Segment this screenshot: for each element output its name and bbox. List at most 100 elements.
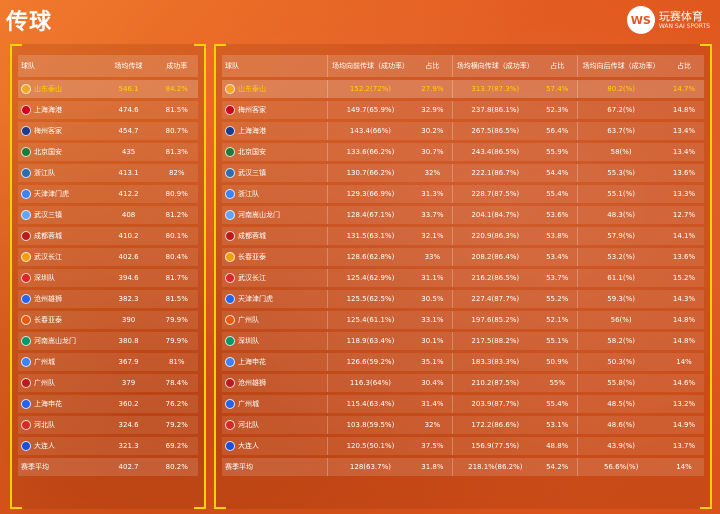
table-row: 大连人 120.5(50.1%) 37.5% 156.9(77.5%) 48.8% 43.… xyxy=(222,437,704,455)
value-cell: 31.8% xyxy=(412,458,453,476)
table-row: 沧州雄狮 382.3 81.5% xyxy=(18,290,198,308)
value-cell: 380.8 xyxy=(101,332,156,350)
team-name: 长春亚泰 xyxy=(238,253,266,261)
team-name: 河南嵩山龙门 xyxy=(238,211,280,219)
team-crest-icon xyxy=(21,252,31,262)
table-row: 成都蓉城 410.2 80.1% xyxy=(18,227,198,245)
team-cell: 北京国安 xyxy=(222,143,328,161)
value-cell: 14.8% xyxy=(664,101,704,119)
value-cell: 53.7% xyxy=(537,269,578,287)
value-cell: 55.2% xyxy=(537,290,578,308)
column-header: 场均向前传球（成功率） xyxy=(327,55,413,77)
table-row: 长春亚泰 128.6(62.8%) 33% 208.2(86.4%) 53.4% 53.2… xyxy=(222,248,704,266)
value-cell: 408 xyxy=(101,206,156,224)
team-crest-icon xyxy=(225,294,235,304)
value-cell: 84.2% xyxy=(155,80,198,98)
value-cell: 402.6 xyxy=(101,248,156,266)
team-name: 上海申花 xyxy=(34,400,62,408)
value-cell: 55.1(%) xyxy=(577,185,665,203)
team-cell: 河南嵩山龙门 xyxy=(222,206,328,224)
team-cell: 河北队 xyxy=(222,416,328,434)
logo-subtext: WAN SAI SPORTS xyxy=(658,22,710,30)
team-crest-icon xyxy=(21,168,31,178)
value-cell: 382.3 xyxy=(101,290,156,308)
team-crest-icon xyxy=(21,126,31,136)
value-cell: 80.4% xyxy=(155,248,198,266)
team-crest-icon xyxy=(225,210,235,220)
team-crest-icon xyxy=(21,357,31,367)
table-row: 天津津门虎 125.5(62.5%) 30.5% 227.4(87.7%) 55.2% 5… xyxy=(222,290,704,308)
team-crest-icon xyxy=(21,420,31,430)
team-cell: 山东泰山 xyxy=(222,80,328,98)
value-cell: 410.2 xyxy=(101,227,156,245)
value-cell: 80.9% xyxy=(155,185,198,203)
team-cell: 深圳队 xyxy=(222,332,328,350)
logo-badge-icon: WS xyxy=(626,6,655,34)
team-cell: 深圳队 xyxy=(18,269,102,287)
value-cell: 82% xyxy=(155,164,198,182)
value-cell: 203.9(87.7%) xyxy=(452,395,538,413)
team-crest-icon xyxy=(225,273,235,283)
value-cell: 32% xyxy=(412,164,453,182)
team-crest-icon xyxy=(21,315,31,325)
value-cell: 30.1% xyxy=(412,332,453,350)
value-cell: 13.2% xyxy=(664,395,704,413)
value-cell: 14.8% xyxy=(664,311,704,329)
table-row: 深圳队 394.6 81.7% xyxy=(18,269,198,287)
table-row: 梅州客家 149.7(65.9%) 32.9% 237.8(86.1%) 52.3% 67… xyxy=(222,101,704,119)
page-title: 传球 xyxy=(6,10,53,35)
value-cell: 546.1 xyxy=(101,80,156,98)
team-name: 武汉长江 xyxy=(34,253,62,261)
team-crest-icon xyxy=(21,84,31,94)
value-cell: 210.2(87.5%) xyxy=(452,374,538,392)
team-name: 沧州雄狮 xyxy=(34,295,62,303)
team-cell: 武汉长江 xyxy=(222,269,328,287)
value-cell: 76.2% xyxy=(155,395,198,413)
team-cell: 广州城 xyxy=(18,353,102,371)
value-cell: 13.3% xyxy=(664,185,704,203)
team-cell: 浙江队 xyxy=(18,164,102,182)
team-cell: 山东泰山 xyxy=(18,80,102,98)
team-cell: 广州队 xyxy=(222,311,328,329)
table-row: 大连人 321.3 69.2% xyxy=(18,437,198,455)
value-cell: 125.5(62.5%) xyxy=(327,290,413,308)
value-cell: 133.6(66.2%) xyxy=(327,143,413,161)
value-cell: 79.9% xyxy=(155,332,198,350)
value-cell: 43.9(%) xyxy=(577,437,665,455)
value-cell: 63.7(%) xyxy=(577,122,665,140)
team-crest-icon xyxy=(225,399,235,409)
value-cell: 50.9% xyxy=(537,353,578,371)
value-cell: 474.6 xyxy=(101,101,156,119)
value-cell: 321.3 xyxy=(101,437,156,455)
value-cell: 81.2% xyxy=(155,206,198,224)
team-cell: 大连人 xyxy=(222,437,328,455)
team-name: 广州城 xyxy=(238,400,259,408)
value-cell: 55.1% xyxy=(537,332,578,350)
value-cell: 227.4(87.7%) xyxy=(452,290,538,308)
team-cell: 沧州雄狮 xyxy=(222,374,328,392)
team-crest-icon xyxy=(225,336,235,346)
team-crest-icon xyxy=(21,105,31,115)
value-cell: 79.2% xyxy=(155,416,198,434)
table-row: 上海申花 360.2 76.2% xyxy=(18,395,198,413)
column-header: 占比 xyxy=(537,55,578,77)
value-cell: 53.1% xyxy=(537,416,578,434)
value-cell: 220.9(86.3%) xyxy=(452,227,538,245)
team-cell: 长春亚泰 xyxy=(18,311,102,329)
value-cell: 15.2% xyxy=(664,269,704,287)
team-name: 上海海港 xyxy=(34,106,62,114)
team-crest-icon xyxy=(225,168,235,178)
value-cell: 14.6% xyxy=(664,374,704,392)
column-header: 占比 xyxy=(664,55,704,77)
season-average-row: 赛季平均 128(63.7%) 31.8% 218.1%(86.2%) 54.2% 56.… xyxy=(222,458,704,476)
value-cell: 53.4% xyxy=(537,248,578,266)
value-cell: 143.4(66%) xyxy=(327,122,413,140)
value-cell: 80.1% xyxy=(155,227,198,245)
team-crest-icon xyxy=(225,147,235,157)
season-average-row: 赛季平均 402.7 80.2% xyxy=(18,458,198,476)
value-cell: 149.7(65.9%) xyxy=(327,101,413,119)
value-cell: 54.4% xyxy=(537,164,578,182)
value-cell: 13.4% xyxy=(664,143,704,161)
value-cell: 79.9% xyxy=(155,311,198,329)
table-row: 广州城 367.9 81% xyxy=(18,353,198,371)
